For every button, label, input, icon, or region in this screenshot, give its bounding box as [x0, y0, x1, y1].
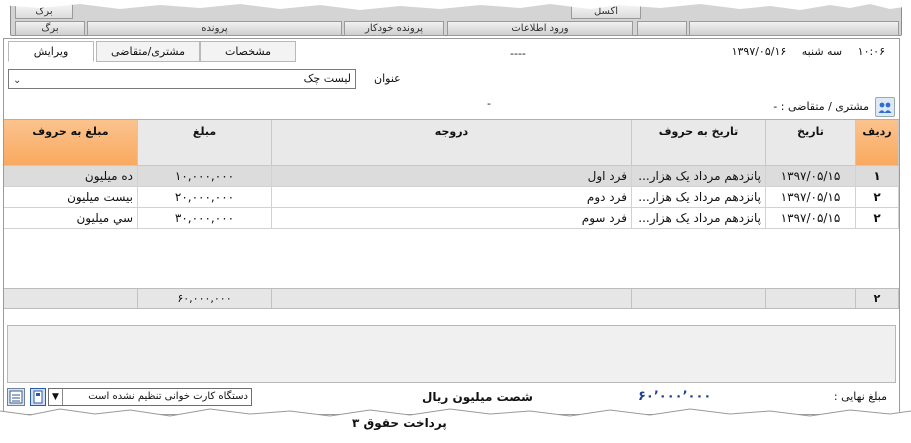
chevron-down-icon: ⌄ — [13, 75, 22, 86]
table-row[interactable]: سي میلیون ۳۰,۰۰۰,۰۰۰ فرد سوم پانزدهم مرد… — [4, 208, 899, 229]
sub-tab-bar: ویرایش مشتری/متقاضی مشخصات ---- ۱۰:۰۶ سه… — [4, 41, 899, 62]
card-reader-icon — [30, 388, 46, 406]
cell-amount-words: سي میلیون — [4, 208, 138, 228]
tab-specs[interactable]: مشخصات — [200, 41, 296, 62]
cell-amount-words: ده میلیون — [4, 166, 138, 186]
cell-date: ۱۳۹۷/۰۵/۱۵ — [766, 166, 856, 186]
tab-vorood-etelaat[interactable]: ورود اطلاعات — [447, 21, 633, 36]
cell-date: ۱۳۹۷/۰۵/۱۵ — [766, 187, 856, 207]
footer-payee — [272, 289, 632, 308]
cell-row-no: ۲ — [856, 208, 899, 228]
col-row-no[interactable]: ردیف — [856, 120, 899, 166]
tab-parvande[interactable]: پرونده — [87, 21, 342, 36]
datetime-bar: ۱۰:۰۶ سه شنبه ۱۳۹۷/۰۵/۱۶ — [720, 45, 885, 58]
check-grid: مبلغ به حروف مبلغ دروجه تاریخ به حروف تا… — [4, 119, 899, 309]
check-list-window: ویرایش مشتری/متقاضی مشخصات ---- ۱۰:۰۶ سه… — [3, 38, 900, 415]
total-amount-words: شصت میلیون ریال — [422, 390, 533, 404]
cell-date: ۱۳۹۷/۰۵/۱۵ — [766, 208, 856, 228]
torn-paper-bottom-edge — [0, 408, 911, 443]
chevron-down-icon: ▼ — [49, 389, 63, 405]
calculator-icon — [9, 390, 23, 404]
cell-payee: فرد سوم — [272, 208, 632, 228]
torn-paper-top-edge — [0, 0, 911, 10]
current-date: ۱۳۹۷/۰۵/۱۶ — [731, 45, 787, 58]
cell-amount: ۲۰,۰۰۰,۰۰۰ — [138, 187, 272, 207]
grid-footer: ۶۰,۰۰۰,۰۰۰ ۲ — [4, 288, 899, 309]
calculator-button[interactable] — [7, 388, 25, 406]
col-date[interactable]: تاریخ — [766, 120, 856, 166]
footer-date-words — [632, 289, 766, 308]
final-amount-value: ۶۰٬۰۰۰٬۰۰۰ — [638, 389, 712, 404]
col-date-words[interactable]: تاریخ به حروف — [632, 120, 766, 166]
top-tab-strip: برگ برگ پرونده پرونده خودکار ورود اطلاعا… — [0, 0, 911, 40]
customer-label: مشتری / متقاضی : - — [773, 100, 869, 113]
cell-amount: ۳۰,۰۰۰,۰۰۰ — [138, 208, 272, 228]
title-label: عنوان — [374, 72, 401, 85]
footer-date — [766, 289, 856, 308]
tab-customer[interactable]: مشتری/متقاضی — [96, 41, 200, 62]
notes-area[interactable] — [7, 325, 896, 383]
col-payee[interactable]: دروجه — [272, 120, 632, 166]
tab-parvande-khodkar[interactable]: پرونده خودکار — [344, 21, 444, 36]
cell-amount-words: بیست میلیون — [4, 187, 138, 207]
current-time: ۱۰:۰۶ — [857, 45, 885, 58]
cell-date-words: پانزدهم مرداد یک هزار... — [632, 166, 766, 186]
center-dash: - — [487, 97, 491, 110]
cell-payee: فرد دوم — [272, 187, 632, 207]
current-weekday: سه شنبه — [801, 45, 843, 58]
col-amount-words[interactable]: مبلغ به حروف — [4, 120, 138, 166]
title-select-value: لیست چک — [303, 72, 351, 85]
tab-blank-1[interactable] — [637, 21, 687, 36]
cell-row-no: ۲ — [856, 187, 899, 207]
table-row[interactable]: بیست میلیون ۲۰,۰۰۰,۰۰۰ فرد دوم پانزدهم م… — [4, 187, 899, 208]
tab-edit[interactable]: ویرایش — [8, 41, 94, 62]
tab-birg[interactable]: برگ — [15, 21, 85, 36]
cell-date-words: پانزدهم مرداد یک هزار... — [632, 187, 766, 207]
footer-count: ۲ — [856, 289, 899, 308]
final-amount-label: مبلغ نهایی : — [833, 390, 887, 403]
title-select[interactable]: لیست چک ⌄ — [8, 69, 356, 89]
header-dash: ---- — [510, 47, 526, 60]
footer-total: ۶۰,۰۰۰,۰۰۰ — [138, 289, 272, 308]
table-row[interactable]: ده میلیون ۱۰,۰۰۰,۰۰۰ فرد اول پانزدهم مرد… — [4, 166, 899, 187]
cell-row-no: ۱ — [856, 166, 899, 186]
customer-row: مشتری / متقاضی : - — [735, 97, 895, 117]
underlying-window-text: پرداخت حقوق ۳ — [352, 416, 447, 430]
cell-payee: فرد اول — [272, 166, 632, 186]
footer-amount-words — [4, 289, 138, 308]
users-icon — [878, 102, 892, 113]
tab-blank-2[interactable] — [689, 21, 899, 36]
cell-date-words: پانزدهم مرداد یک هزار... — [632, 208, 766, 228]
card-reader-status: دستگاه کارت خوانی تنظیم نشده است — [88, 391, 248, 402]
customer-lookup-button[interactable] — [875, 97, 895, 117]
card-reader-select[interactable]: ▼ دستگاه کارت خوانی تنظیم نشده است — [48, 388, 252, 406]
col-amount[interactable]: مبلغ — [138, 120, 272, 166]
cell-amount: ۱۰,۰۰۰,۰۰۰ — [138, 166, 272, 186]
